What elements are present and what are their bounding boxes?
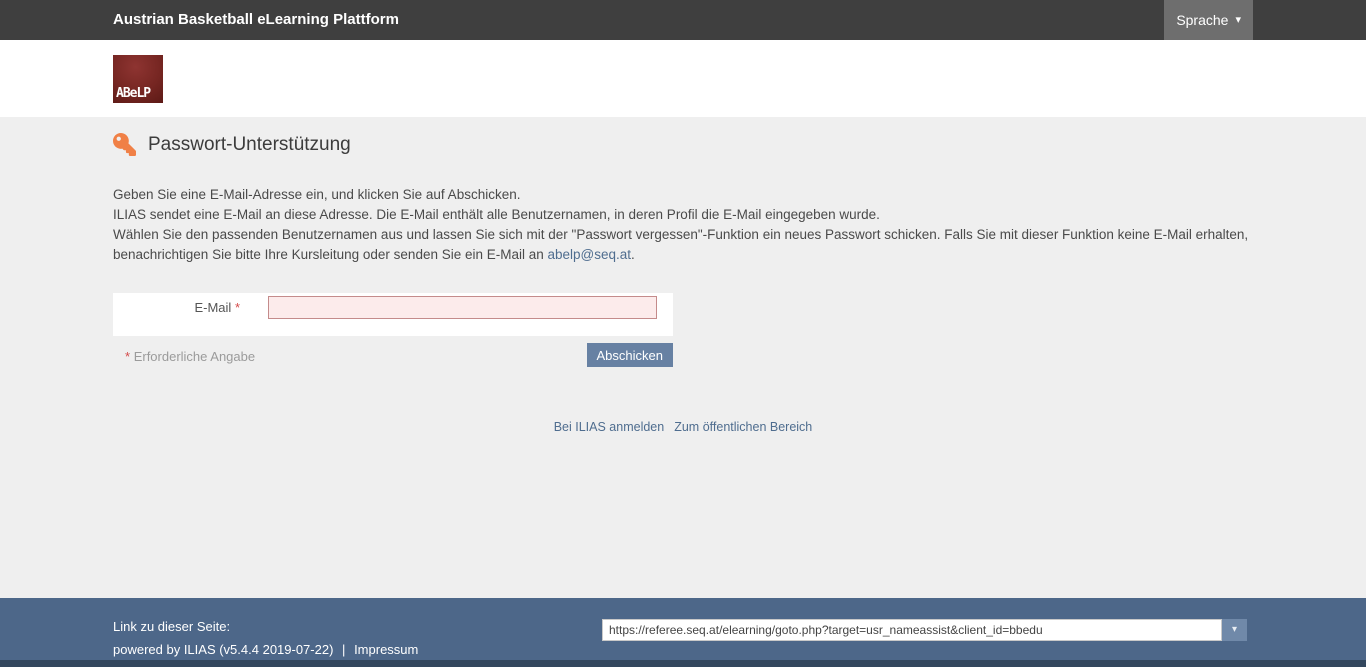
required-asterisk: * — [125, 349, 130, 364]
instruction-line-3-end: . — [631, 247, 635, 262]
language-menu-label: Sprache — [1176, 12, 1228, 28]
app-title: Austrian Basketball eLearning Plattform — [113, 0, 399, 40]
caret-down-icon: ▾ — [1232, 624, 1237, 635]
required-note-text: Erforderliche Angabe — [134, 349, 255, 364]
permalink-input[interactable] — [602, 619, 1222, 641]
logo[interactable]: ABeLP — [113, 55, 163, 103]
page-bottom-strip — [0, 660, 1366, 667]
permalink-dropdown-button[interactable]: ▾ — [1222, 619, 1247, 641]
permalink-group: ▾ — [602, 619, 1247, 641]
site-header: ABeLP — [0, 40, 1366, 117]
auxiliary-links: Bei ILIAS anmelden Zum öffentlichen Bere… — [0, 420, 1366, 434]
impressum-link[interactable]: Impressum — [354, 642, 418, 657]
submit-button[interactable]: Abschicken — [587, 343, 673, 367]
email-label: E-Mail * — [113, 300, 268, 315]
form-footer: * Erforderliche Angabe Abschicken — [113, 343, 673, 367]
required-note: * Erforderliche Angabe — [113, 343, 255, 364]
permalink-label: Link zu dieser Seite: — [113, 619, 230, 634]
password-assistance-form: E-Mail * — [113, 293, 673, 336]
footer-separator: | — [342, 642, 345, 657]
login-link[interactable]: Bei ILIAS anmelden — [554, 420, 665, 434]
footer: Link zu dieser Seite: ▾ powered by ILIAS… — [0, 598, 1366, 660]
topbar: Austrian Basketball eLearning Plattform … — [0, 0, 1366, 40]
public-area-link[interactable]: Zum öffentlichen Bereich — [674, 420, 812, 434]
instruction-line-1: Geben Sie eine E-Mail-Adresse ein, und k… — [113, 187, 520, 202]
powered-by-link[interactable]: powered by ILIAS (v5.4.4 2019-07-22) — [113, 642, 333, 657]
main-content: Passwort-Unterstützung Geben Sie eine E-… — [0, 117, 1366, 598]
support-email-link[interactable]: abelp@seq.at — [548, 247, 632, 262]
required-asterisk: * — [235, 300, 240, 315]
caret-down-icon: ▾ — [1235, 15, 1241, 26]
instruction-line-2: ILIAS sendet eine E-Mail an diese Adress… — [113, 207, 880, 222]
email-field[interactable] — [268, 296, 657, 319]
key-icon — [113, 133, 136, 156]
page-title: Passwort-Unterstützung — [148, 134, 351, 156]
language-menu-button[interactable]: Sprache ▾ — [1164, 0, 1253, 40]
instructions: Geben Sie eine E-Mail-Adresse ein, und k… — [113, 185, 1253, 265]
email-form-row: E-Mail * — [113, 293, 673, 319]
instruction-line-3: Wählen Sie den passenden Benutzernamen a… — [113, 227, 1248, 262]
page-heading: Passwort-Unterstützung — [113, 133, 351, 156]
email-label-text: E-Mail — [194, 300, 231, 315]
powered-by-row: powered by ILIAS (v5.4.4 2019-07-22) | I… — [113, 642, 418, 657]
logo-text: ABeLP — [116, 86, 150, 101]
